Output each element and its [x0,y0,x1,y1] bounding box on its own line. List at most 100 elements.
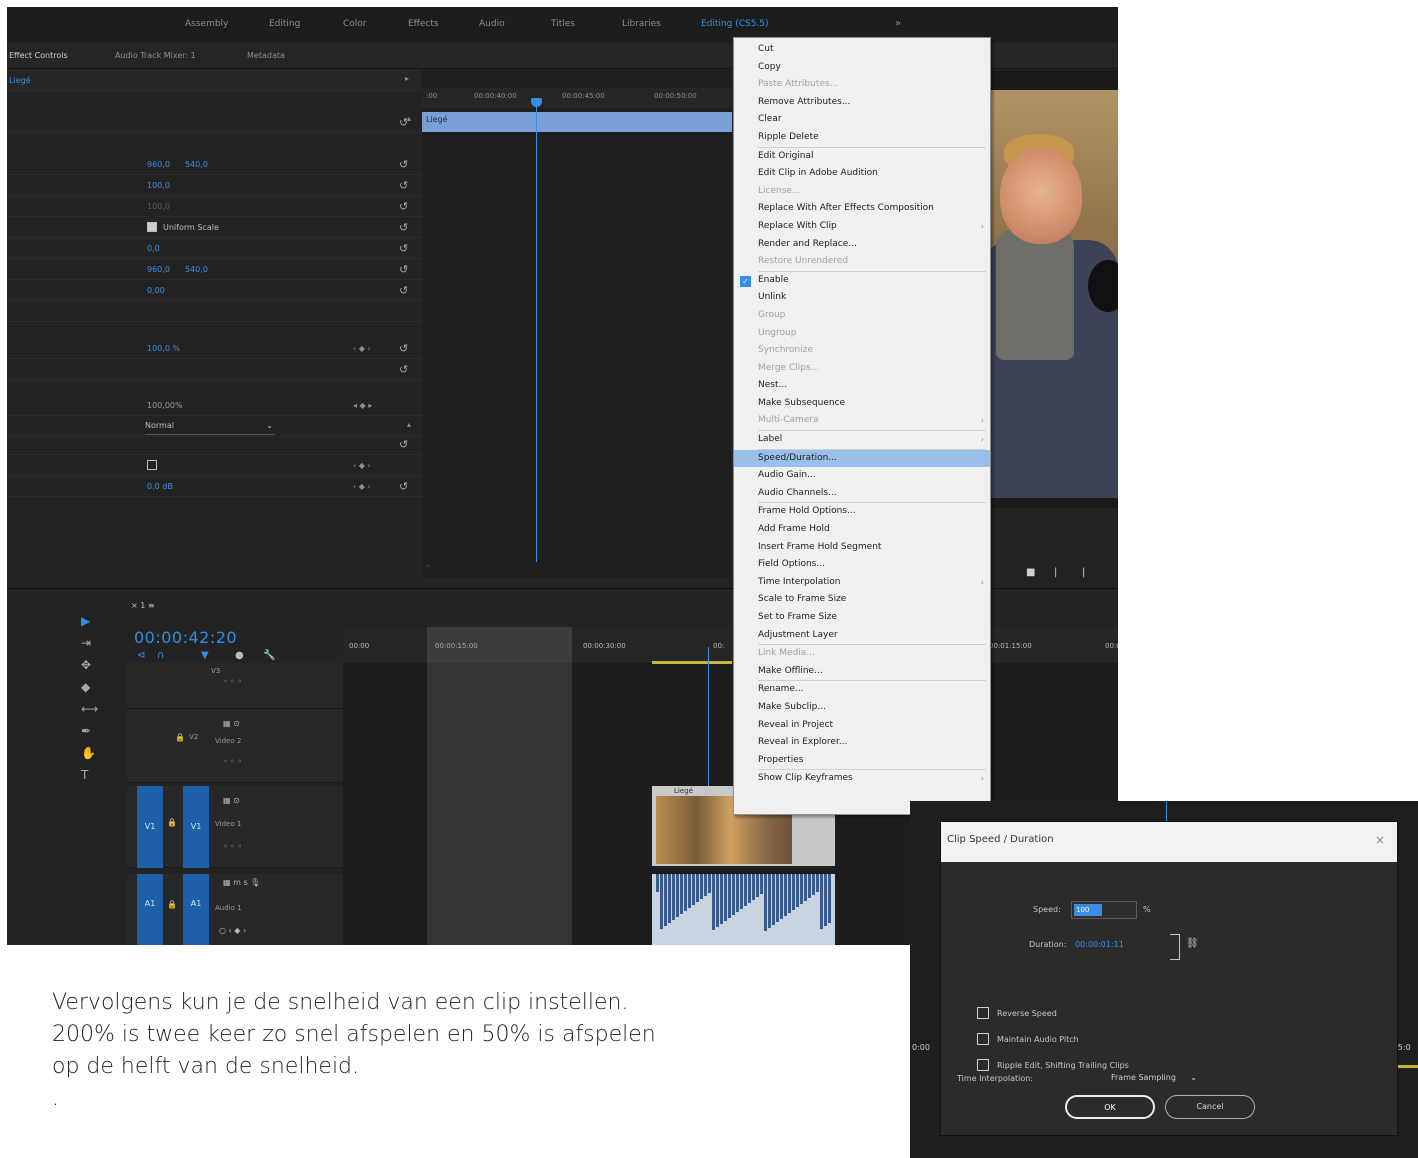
menu-item[interactable]: Properties [734,752,990,770]
menu-item[interactable]: Show Clip Keyframes › [734,770,990,788]
mark-in-icon[interactable]: | [1054,567,1057,578]
workspace-tab-color[interactable]: Color [343,19,367,29]
mark-out-icon[interactable]: | [1082,567,1085,578]
workspace-tab-editing[interactable]: Editing [269,19,300,29]
close-icon[interactable]: × [1375,833,1385,847]
ec-clip-bar[interactable]: Liegé [422,112,732,132]
menu-item[interactable]: Edit Clip in Adobe Audition [734,165,990,183]
tab-metadata[interactable]: Metadata [247,51,285,60]
add-marker-icon[interactable]: ▼ [201,650,209,661]
snap-icon[interactable]: ⊲ [137,650,145,661]
menu-item[interactable]: Scale to Frame Size [734,591,990,609]
ec-scroll-up-icon[interactable]: ▴ [407,420,411,429]
menu-item[interactable]: Cut [734,41,990,59]
reset-icon[interactable]: ↺ [399,284,408,297]
audio-clip[interactable] [652,874,835,945]
type-tool-icon[interactable]: T [81,768,88,782]
workspace-tab-editing-cs55[interactable]: Editing (CS5.5) [701,19,769,29]
menu-item[interactable]: Make Offline... [734,663,990,681]
pen-tool-icon[interactable]: ✒ [81,724,91,738]
wrench-icon[interactable]: 🔧 [263,650,275,661]
razor-tool-icon[interactable]: ◆ [81,680,90,694]
menu-item[interactable]: Field Options... [734,556,990,574]
reset-icon[interactable]: ↺ [399,116,408,129]
menu-item[interactable]: Edit Original [734,148,990,166]
sequence-tab[interactable]: × 1 ≡ [131,601,155,610]
reset-icon[interactable]: ↺ [399,242,408,255]
track-fx-icons[interactable]: ◦ ◦ ◦ [223,842,242,851]
ok-button[interactable]: OK [1065,1095,1155,1119]
timeline-playhead[interactable] [708,647,709,787]
work-area-bar[interactable] [652,661,732,664]
reset-icon[interactable]: ↺ [399,221,408,234]
reset-icon[interactable]: ↺ [399,179,408,192]
selection-tool-icon[interactable]: ▶ [81,614,90,628]
ripple-edit-tool-icon[interactable]: ✥ [81,658,91,672]
workspace-tab-audio[interactable]: Audio [479,19,505,29]
cancel-button[interactable]: Cancel [1165,1095,1255,1119]
ec-collapse-arrow-icon[interactable]: ▸ [405,74,409,83]
menu-item[interactable]: Clear [734,111,990,129]
speed-input[interactable]: 100 [1071,901,1137,919]
reset-icon[interactable]: ↺ [399,342,408,355]
keyframe-nav-icon[interactable]: ‹ ◆ › [353,344,371,353]
menu-item[interactable]: Reveal in Explorer... [734,734,990,752]
menu-item[interactable]: Nest... [734,377,990,395]
source-patch-v1[interactable]: V1 [137,786,163,868]
track-fx-icons[interactable]: ◦ ◦ ◦ [223,757,242,766]
menu-item[interactable]: Unlink [734,289,990,307]
reset-icon[interactable]: ↺ [399,200,408,213]
workspace-tab-effects[interactable]: Effects [408,19,439,29]
menu-item[interactable]: Add Frame Hold [734,521,990,539]
menu-item[interactable]: Copy [734,59,990,77]
tab-audio-track-mixer[interactable]: Audio Track Mixer: 1 [115,51,196,60]
tab-effect-controls[interactable]: Effect Controls [9,51,68,60]
chain-link-icon[interactable]: ⛓ [1186,938,1199,949]
menu-item[interactable]: Rename... [734,681,990,699]
menu-item[interactable]: Reveal in Project [734,717,990,735]
source-patch-a1[interactable]: A1 [137,874,163,945]
opacity-value[interactable]: 100,0 % [147,344,180,353]
reset-icon[interactable]: ↺ [399,158,408,171]
lock-icon[interactable]: 🔒 [175,733,185,742]
rotation-value[interactable]: 0,0 [147,244,160,253]
time-interpolation-select[interactable]: Frame Sampling ⌄ [1107,1070,1203,1086]
keyframe-nav-icon[interactable]: ‹ ◆ › [353,461,371,470]
anchor-y-value[interactable]: 540,0 [185,265,208,274]
lock-icon[interactable]: 🔒 [167,900,177,909]
menu-item[interactable]: Audio Channels... [734,485,990,503]
track-fx-icons[interactable]: ◦ ◦ ◦ [223,677,242,686]
lock-icon[interactable]: 🔒 [167,818,177,827]
menu-item[interactable]: Ripple Delete [734,129,990,147]
track-target-v1[interactable]: V1 [183,786,209,868]
menu-item[interactable]: ✓ Enable [734,272,990,290]
menu-item[interactable]: Label › [734,431,990,449]
menu-item[interactable]: Audio Gain... [734,467,990,485]
anchor-x-value[interactable]: 960,0 [147,265,170,274]
keyframe-nav-icon[interactable]: ‹ ◆ › [353,482,371,491]
menu-item[interactable]: Insert Frame Hold Segment [734,539,990,557]
anti-flicker-value[interactable]: 0,00 [147,286,165,295]
stop-icon[interactable]: ■ [1026,567,1035,578]
workspace-tab-assembly[interactable]: Assembly [185,19,228,29]
hand-tool-icon[interactable]: ✋ [81,746,96,760]
reset-icon[interactable]: ↺ [399,363,408,376]
workspace-overflow-icon[interactable]: » [895,18,901,29]
menu-item[interactable]: Replace With Clip › [734,218,990,236]
marker-icon[interactable]: ● [235,650,244,661]
reset-icon[interactable]: ↺ [399,263,408,276]
track-select-tool-icon[interactable]: ⇥ [81,636,91,650]
menu-item[interactable]: Replace With After Effects Composition [734,200,990,218]
menu-item[interactable]: Make Subclip... [734,699,990,717]
menu-item[interactable]: Render and Replace... [734,236,990,254]
menu-item[interactable]: Make Subsequence [734,395,990,413]
menu-item[interactable]: Frame Hold Options... [734,503,990,521]
workspace-tab-libraries[interactable]: Libraries [622,19,661,29]
menu-item[interactable]: Time Interpolation › [734,574,990,592]
slip-tool-icon[interactable]: ⟷ [81,702,98,716]
keyframe-nav-icon[interactable]: ◂ ◆ ▸ [353,401,372,410]
position-y-value[interactable]: 540,0 [185,160,208,169]
reset-icon[interactable]: ↺ [399,438,408,451]
linked-selection-icon[interactable]: ∩ [157,650,164,661]
menu-item[interactable]: Speed/Duration... [734,449,990,468]
